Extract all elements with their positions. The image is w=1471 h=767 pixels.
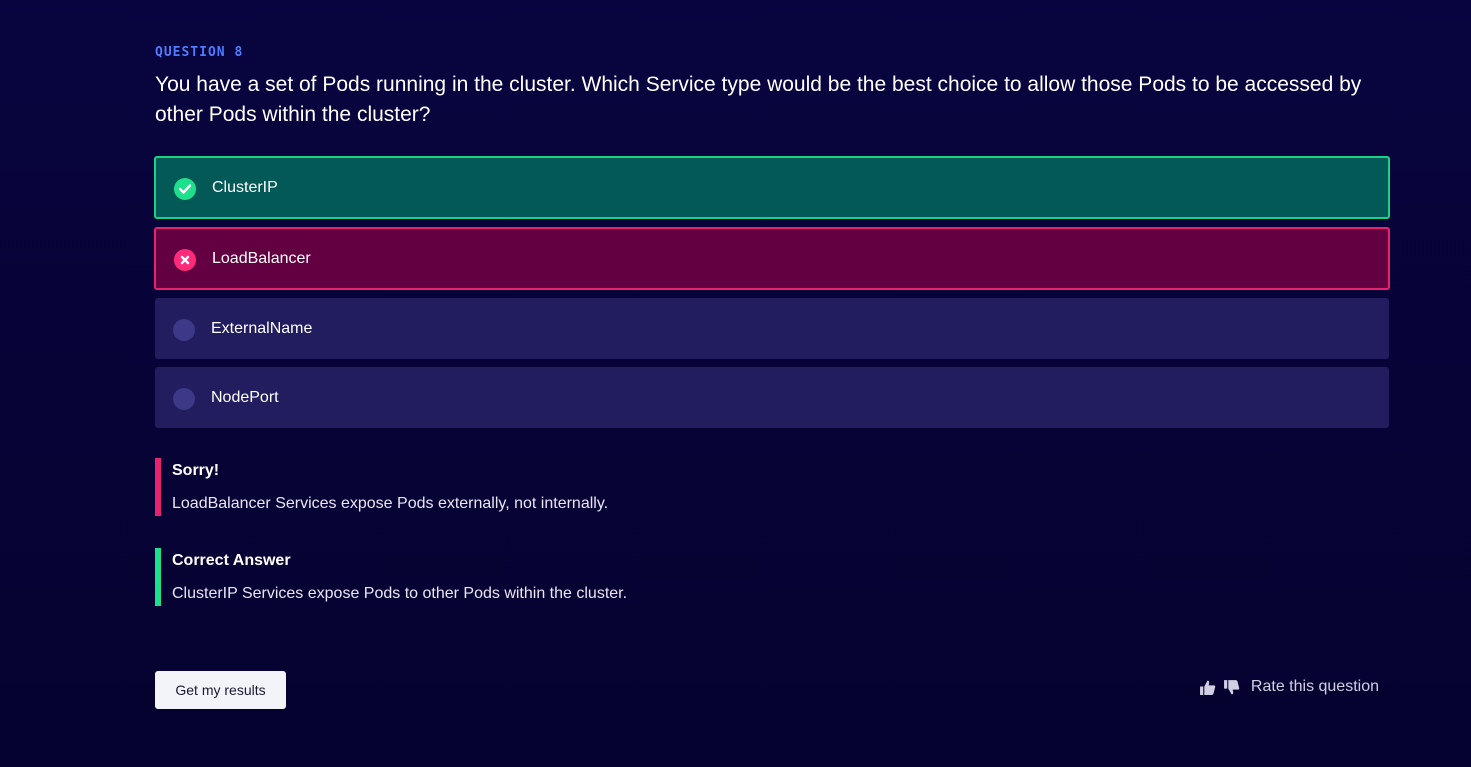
option-label: NodePort: [211, 388, 279, 406]
feedback-title: Sorry!: [172, 462, 220, 479]
option-nodeport[interactable]: NodePort: [155, 367, 1389, 428]
question-number: QUESTION 8: [155, 45, 244, 60]
question-text: You have a set of Pods running in the cl…: [155, 73, 1362, 126]
answer-options: ClusterIP LoadBalancer ExternalName Node…: [154, 156, 1390, 436]
feedback-body: LoadBalancer Services expose Pods extern…: [172, 495, 609, 512]
option-label: ExternalName: [211, 319, 313, 337]
check-icon: [174, 178, 196, 200]
option-label: ClusterIP: [212, 178, 278, 196]
radio-icon: [173, 319, 195, 341]
rate-question-label[interactable]: Rate this question: [1251, 678, 1379, 696]
thumbs-down-icon[interactable]: [1223, 678, 1241, 696]
option-label: LoadBalancer: [212, 249, 311, 267]
option-externalname[interactable]: ExternalName: [155, 298, 1389, 359]
feedback-body: ClusterIP Services expose Pods to other …: [172, 585, 628, 602]
radio-icon: [173, 388, 195, 410]
option-loadbalancer[interactable]: LoadBalancer: [154, 227, 1390, 290]
close-icon: [174, 249, 196, 271]
get-results-button[interactable]: Get my results: [155, 671, 286, 709]
feedback-correct-answer: Correct Answer ClusterIP Services expose…: [155, 548, 855, 606]
option-clusterip[interactable]: ClusterIP: [154, 156, 1390, 219]
feedback-incorrect: Sorry! LoadBalancer Services expose Pods…: [155, 458, 855, 516]
rate-question: Rate this question: [1199, 678, 1379, 696]
thumbs-up-icon[interactable]: [1199, 678, 1217, 696]
feedback-title: Correct Answer: [172, 552, 291, 569]
